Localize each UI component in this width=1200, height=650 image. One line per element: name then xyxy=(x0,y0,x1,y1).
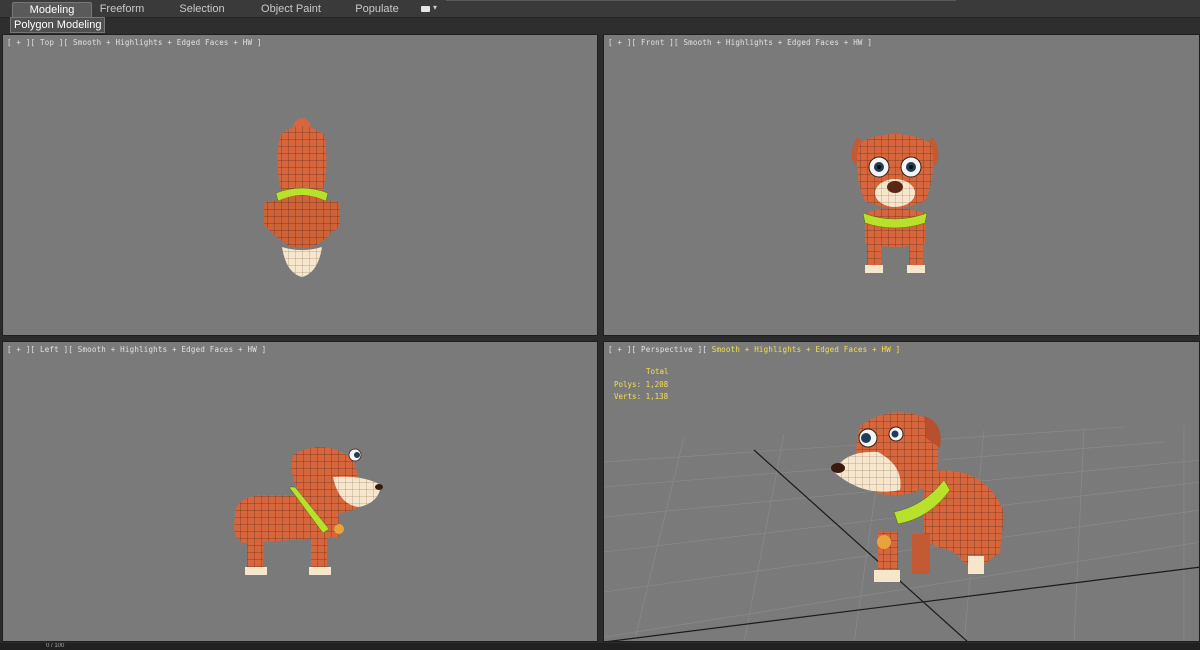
tab-populate[interactable]: Populate xyxy=(345,2,409,18)
tab-modeling[interactable]: Modeling xyxy=(12,2,92,18)
viewport-top[interactable]: [ + ][ Top ][ Smooth + Highlights + Edge… xyxy=(2,34,598,336)
dog-model-top-view[interactable] xyxy=(3,35,598,336)
tab-freeform[interactable]: Freeform xyxy=(90,2,154,18)
status-bar xyxy=(0,643,1200,650)
ribbon-options-dropdown[interactable]: ▾ xyxy=(418,3,442,16)
viewport-perspective[interactable]: [ + ][ Perspective ][ Smooth + Highlight… xyxy=(603,341,1200,642)
subtab-polygon-modeling[interactable]: Polygon Modeling xyxy=(10,17,106,33)
tab-selection[interactable]: Selection xyxy=(170,2,234,18)
tab-object-paint[interactable]: Object Paint xyxy=(252,2,330,18)
viewport-left[interactable]: [ + ][ Left ][ Smooth + Highlights + Edg… xyxy=(2,341,598,642)
camera-icon xyxy=(421,6,430,12)
dog-model-front-view[interactable] xyxy=(604,35,1200,336)
time-slider-frame[interactable]: 0 / 100 xyxy=(46,643,106,650)
perspective-scene[interactable] xyxy=(604,342,1200,642)
grid-axis-x xyxy=(607,566,1199,641)
ribbon-divider xyxy=(446,0,956,1)
dog-model-left-view[interactable] xyxy=(3,342,598,642)
ribbon-panel-bar xyxy=(0,18,1200,34)
chevron-down-icon: ▾ xyxy=(433,3,438,12)
viewport-front[interactable]: [ + ][ Front ][ Smooth + Highlights + Ed… xyxy=(603,34,1200,336)
ribbon-bar: Modeling Freeform Selection Object Paint… xyxy=(0,0,1200,18)
